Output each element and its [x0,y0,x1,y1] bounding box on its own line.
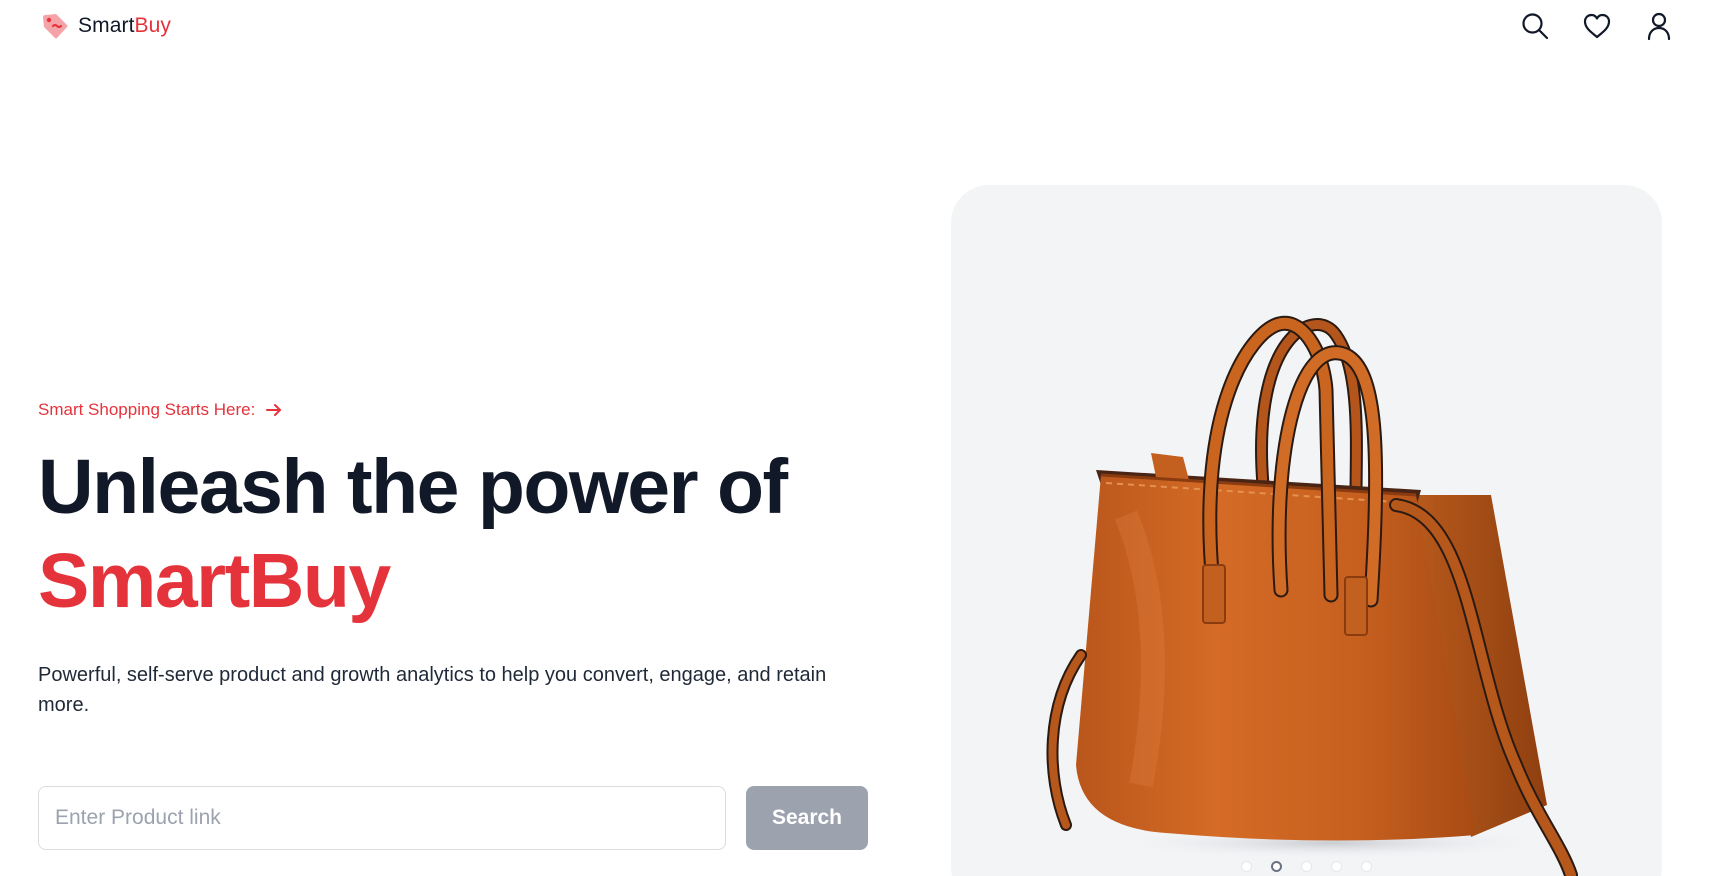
hero-eyebrow-link[interactable]: Smart Shopping Starts Here: [38,400,283,420]
brand-name: SmartBuy [78,14,171,38]
hero-section: Smart Shopping Starts Here: Unleash the … [38,400,878,720]
price-tag-logo-icon [43,14,68,39]
account-button[interactable] [1643,10,1675,42]
carousel-dot[interactable] [1361,861,1372,872]
product-link-input[interactable] [38,786,726,850]
handbag-product-image [1046,315,1578,876]
wishlist-button[interactable] [1581,10,1613,42]
hero-headline-line1: Unleash the power of [38,444,788,530]
brand-name-part2: Buy [134,14,172,37]
carousel-dot[interactable] [1241,861,1252,872]
search-submit-button[interactable]: Search [746,786,868,850]
carousel-dot[interactable] [1301,861,1312,872]
hero-description: Powerful, self-serve product and growth … [38,664,827,716]
landing-page: SmartBuy Smart Shopping Starts Here: Unl… [0,0,1715,876]
product-image-carousel [951,185,1662,876]
navbar: SmartBuy [0,0,1715,56]
hero-eyebrow-text: Smart Shopping Starts Here: [38,400,256,419]
search-icon [1522,13,1549,40]
heart-icon [1583,13,1611,39]
header-actions [1519,10,1675,42]
search-button[interactable] [1519,10,1551,42]
hero-headline-brand: SmartBuy [38,538,391,624]
carousel-dot-active[interactable] [1271,861,1282,872]
product-search-form: Search [38,786,868,850]
arrow-right-icon [266,404,282,416]
carousel-dot[interactable] [1331,861,1342,872]
user-icon [1647,12,1671,41]
hero-headline: Unleash the power of SmartBuy [38,440,878,628]
carousel-indicators [951,861,1662,872]
brand-name-part1: Smart [78,14,135,37]
brand-logo[interactable]: SmartBuy [40,10,171,42]
